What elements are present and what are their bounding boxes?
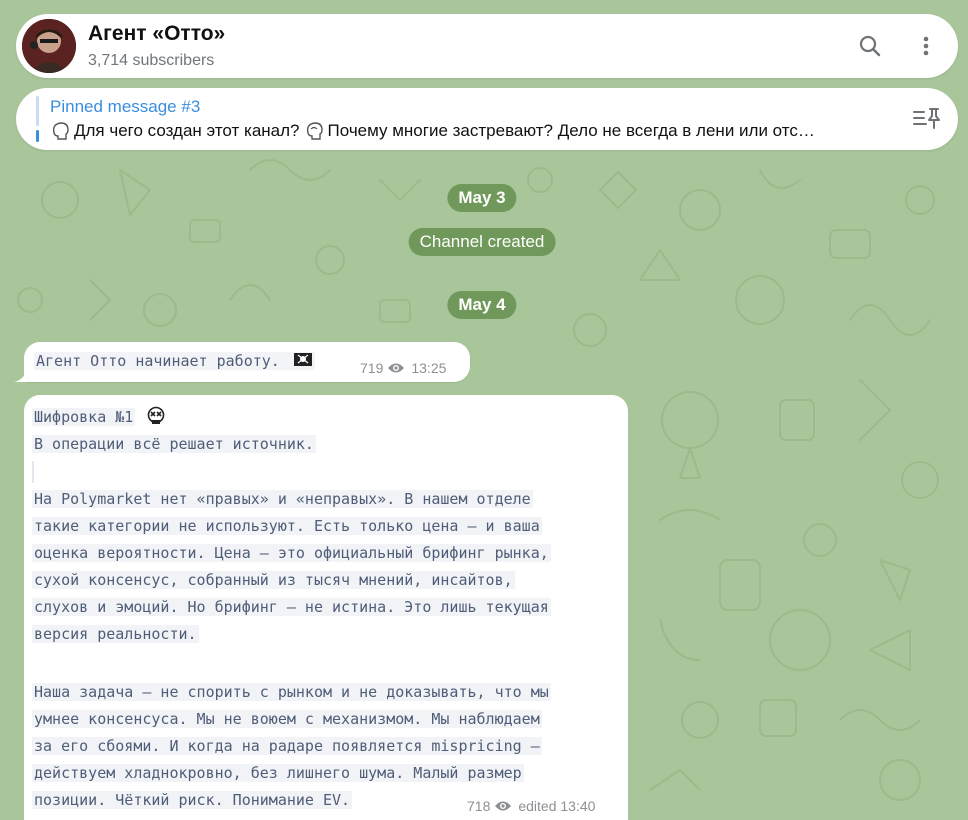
channel-created-pill: Channel created bbox=[408, 228, 556, 256]
message-text: Агент Отто начинает работу. bbox=[34, 352, 315, 370]
message-line: за его сбоями. И когда на радаре появляе… bbox=[32, 737, 542, 755]
pinned-list-button[interactable] bbox=[912, 106, 942, 132]
more-options-button[interactable] bbox=[908, 28, 944, 64]
message-line: Шифровка №1 bbox=[32, 405, 166, 429]
pinned-indicator bbox=[36, 96, 39, 142]
pinned-text-part1: Для чего создан этот канал? bbox=[74, 121, 300, 140]
channel-header[interactable]: Агент «Отто» 3,714 subscribers bbox=[16, 14, 958, 78]
message-line: оценка вероятности. Цена — это официальн… bbox=[32, 544, 551, 562]
message-line: В операции всё решает источник. bbox=[32, 435, 316, 453]
message-edited-time: edited 13:40 bbox=[518, 798, 596, 814]
eye-icon bbox=[388, 363, 405, 373]
more-vertical-icon bbox=[923, 36, 929, 56]
pirate-flag-icon bbox=[293, 353, 312, 366]
subscriber-count: 3,714 subscribers bbox=[88, 52, 215, 69]
message-line: слухов и эмоций. Но брифинг — не истина.… bbox=[32, 598, 551, 616]
message-line: действуем хладнокровно, без лишнего шума… bbox=[32, 764, 524, 782]
view-count: 719 bbox=[360, 360, 384, 376]
view-count: 718 bbox=[467, 798, 491, 814]
message-bubble[interactable]: Агент Отто начинает работу. 719 13:25 bbox=[14, 342, 470, 382]
head-icon bbox=[52, 122, 69, 140]
empty-line-marker bbox=[32, 461, 34, 483]
pinned-title: Pinned message #3 bbox=[50, 97, 201, 116]
search-icon bbox=[859, 35, 881, 57]
message-line: умнее консенсуса. Мы не воюем с механизм… bbox=[32, 710, 542, 728]
message-meta: 718 edited 13:40 bbox=[467, 798, 595, 814]
pinned-message-bar[interactable]: Pinned message #3 Для чего создан этот к… bbox=[16, 88, 958, 150]
channel-avatar[interactable] bbox=[22, 19, 76, 73]
skull-icon bbox=[148, 406, 165, 424]
pin-list-icon bbox=[913, 108, 940, 129]
date-pill-may-4: May 4 bbox=[447, 291, 517, 319]
head-icon bbox=[306, 122, 323, 140]
date-pill-may-3: May 3 bbox=[447, 184, 517, 212]
message-line: Наша задача — не спорить с рынком и не д… bbox=[32, 683, 551, 701]
eye-icon bbox=[495, 801, 512, 811]
message-time: 13:25 bbox=[411, 360, 447, 376]
pinned-preview: Для чего создан этот канал? Почему многи… bbox=[50, 121, 880, 141]
message-line: версия реальности. bbox=[32, 625, 199, 643]
message-line: позиции. Чёткий риск. Понимание EV. bbox=[32, 791, 353, 809]
message-meta: 719 13:25 bbox=[360, 360, 446, 376]
search-button[interactable] bbox=[852, 28, 888, 64]
bubble-tail bbox=[14, 368, 28, 382]
pinned-text-part2: Почему многие застревают? Дело не всегда… bbox=[327, 121, 815, 140]
message-line: сухой консенсус, собранный из тысяч мнен… bbox=[32, 571, 515, 589]
channel-title[interactable]: Агент «Отто» bbox=[88, 22, 225, 46]
message-bubble[interactable]: Шифровка №1 В операции всё решает источн… bbox=[24, 395, 628, 820]
message-line: такие категории не используют. Есть толь… bbox=[32, 517, 542, 535]
message-line: На Polymarket нет «правых» и «неправых».… bbox=[32, 490, 533, 508]
